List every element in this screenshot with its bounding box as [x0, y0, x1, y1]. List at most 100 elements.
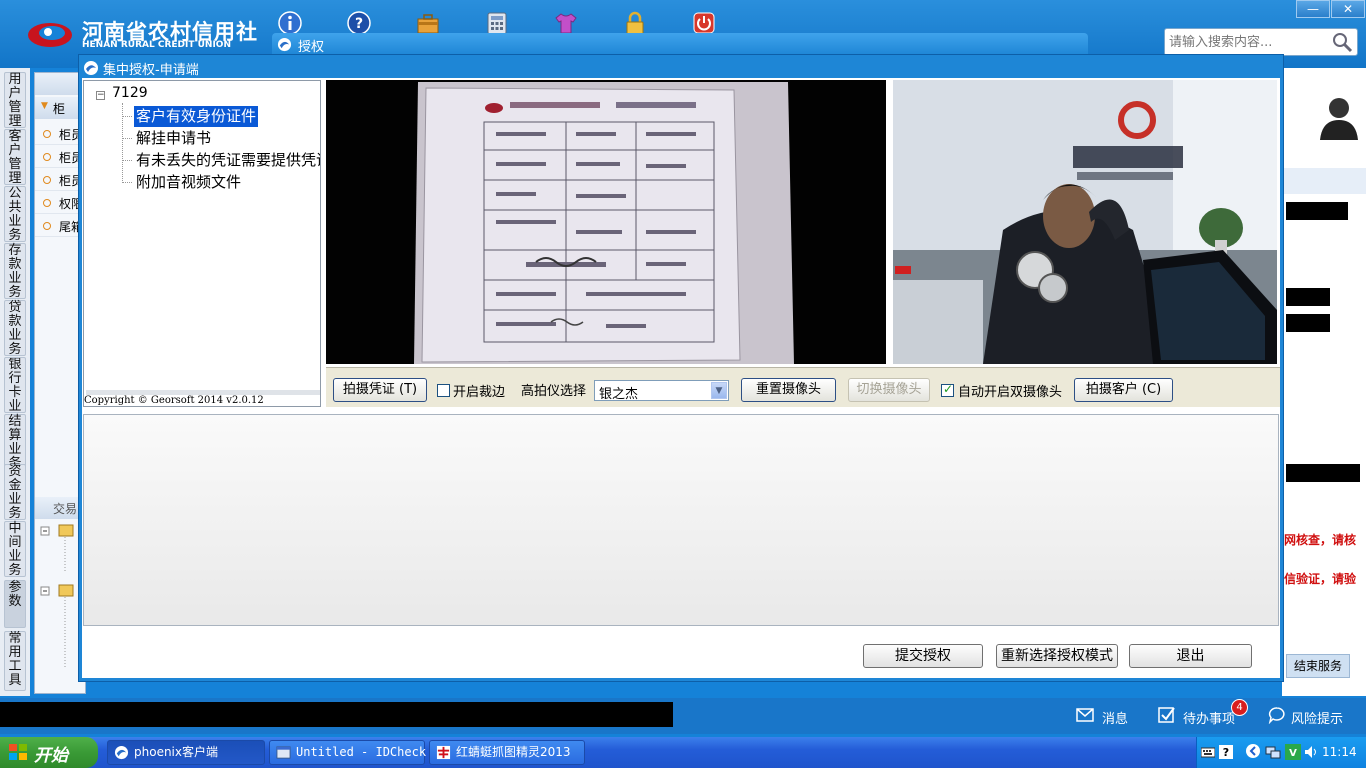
risk-alert-link[interactable]: 风险提示 — [1291, 708, 1343, 727]
copyright-text: Copyright © Georsoft 2014 v2.0.12 — [84, 395, 264, 406]
dual-camera-checkbox[interactable] — [941, 382, 954, 397]
tree-node-av-files[interactable]: 附加音视频文件 — [134, 172, 243, 193]
scanner-label: 高拍仪选择 — [521, 384, 587, 399]
capture-voucher-button[interactable]: 拍摄凭证 (T) — [333, 378, 427, 402]
customer-photo — [893, 80, 1277, 364]
chevron-down-icon[interactable]: ▼ — [711, 382, 727, 399]
antivirus-icon[interactable]: V — [1285, 744, 1301, 760]
nav-customer-mgmt[interactable]: 客户管理 — [4, 129, 26, 186]
redacted-field — [1286, 202, 1348, 220]
checkbox-icon[interactable] — [1158, 706, 1176, 724]
taskbar-item-label: 红蜻蜓抓图精灵2013 — [456, 745, 571, 759]
crop-label: 开启裁边 — [453, 385, 506, 400]
minimize-button[interactable]: — — [1296, 0, 1330, 18]
network-icon[interactable] — [1265, 744, 1281, 760]
tree-node-voucher[interactable]: 有未丢失的凭证需要提供凭证 — [134, 150, 320, 171]
document-tree: − 7129 客户有效身份证件 解挂申请书 有未丢失的凭证需要提供凭证 附加音视… — [83, 80, 321, 407]
search-icon[interactable] — [1331, 31, 1353, 53]
alert-text: 网核查，请核 — [1284, 533, 1357, 547]
nav-user-mgmt[interactable]: 用户管理 — [4, 72, 26, 129]
alert-text: 信验证，请验 — [1284, 572, 1357, 586]
crop-checkbox[interactable] — [437, 384, 450, 397]
taskbar-item-label: Untitled - IDCheck — [296, 745, 427, 759]
capture-customer-button[interactable]: 拍摄客户 (C) — [1074, 378, 1173, 402]
brand-logo: 河南省农村信用社 HENAN RURAL CREDIT UNION — [24, 14, 257, 56]
document-photo — [326, 80, 886, 364]
redacted-status — [0, 702, 673, 727]
todo-link[interactable]: 待办事项 — [1183, 708, 1235, 727]
scanner-select[interactable]: 银之杰 ▼ — [594, 380, 729, 402]
tree-connector — [122, 103, 123, 183]
system-clock: 11:14 — [1322, 745, 1357, 759]
svg-text:?: ? — [355, 16, 363, 32]
customer-avatar-icon — [1320, 98, 1358, 140]
tree-connector — [122, 116, 132, 117]
logo-english-text: HENAN RURAL CREDIT UNION — [82, 40, 231, 50]
envelope-icon[interactable] — [1076, 706, 1094, 724]
taskbar-item-idcheck[interactable]: Untitled - IDCheck — [269, 740, 427, 765]
nav-parameters[interactable]: 参数 — [4, 580, 26, 628]
nav-bank-card[interactable]: 银行卡业务 — [4, 357, 26, 413]
start-label: 开始 — [34, 746, 68, 766]
tree-node-unfreeze-form[interactable]: 解挂申请书 — [134, 128, 213, 149]
credit-union-logo-icon — [28, 23, 72, 47]
search-input[interactable] — [1169, 33, 1325, 51]
tree-connector — [122, 182, 132, 183]
document-camera-view — [326, 80, 886, 364]
keyboard-icon[interactable] — [1201, 745, 1215, 759]
volume-icon[interactable] — [1303, 744, 1319, 760]
switch-camera-button[interactable]: 切换摄像头 — [848, 378, 930, 402]
nav-intermediary[interactable]: 中间业务 — [4, 521, 26, 578]
tree-connector — [122, 160, 132, 161]
help-icon[interactable]: ? — [1219, 745, 1233, 759]
tree-connector — [122, 138, 132, 139]
reselect-mode-button[interactable]: 重新选择授权模式 — [996, 644, 1118, 668]
tree-root[interactable]: 7129 — [112, 85, 148, 101]
redacted-field — [1286, 288, 1330, 306]
redacted-field — [1286, 314, 1330, 332]
scanner-select-value: 银之杰 — [599, 387, 639, 402]
search-box — [1164, 28, 1358, 56]
auth-tab-label: 授权 — [298, 40, 325, 55]
info-header-strip — [1282, 168, 1366, 194]
todo-count-badge: 4 — [1231, 699, 1248, 716]
nav-funds[interactable]: 资金业务 — [4, 464, 26, 521]
svg-text:V: V — [1289, 748, 1297, 759]
exit-button[interactable]: 退出 — [1129, 644, 1252, 668]
start-button[interactable]: 开始 — [0, 737, 98, 768]
taskbar-item-screenshot-tool[interactable]: 红蜻蜓抓图精灵2013 — [429, 740, 585, 765]
transaction-tree — [40, 524, 74, 668]
close-button[interactable]: ✕ — [1331, 0, 1365, 18]
chat-bubble-icon[interactable] — [1268, 706, 1286, 724]
reset-camera-button[interactable]: 重置摄像头 — [741, 378, 836, 402]
windows-logo-icon — [9, 744, 27, 760]
dual-camera-label: 自动开启双摄像头 — [958, 385, 1063, 400]
chevron-left-icon[interactable] — [1245, 743, 1261, 759]
phoenix-icon — [84, 61, 98, 75]
nav-deposit[interactable]: 存款业务 — [4, 243, 26, 300]
collapse-toggle[interactable]: − — [96, 91, 105, 100]
taskbar-item-label: phoenix客户端 — [134, 745, 218, 759]
customer-camera-view — [893, 80, 1277, 364]
window-app-icon — [276, 746, 291, 759]
svg-text:?: ? — [1223, 746, 1229, 759]
redacted-field — [1286, 464, 1360, 482]
window-controls: — ✕ — [1296, 0, 1366, 18]
messages-link[interactable]: 消息 — [1102, 708, 1128, 727]
dialog-title: 集中授权-申请端 — [103, 63, 199, 78]
submit-auth-button[interactable]: 提交授权 — [863, 644, 983, 668]
nav-settlement[interactable]: 结算业务 — [4, 414, 26, 471]
auth-tab[interactable]: 授权 — [272, 33, 1088, 55]
nav-loan[interactable]: 贷款业务 — [4, 300, 26, 357]
nav-public-business[interactable]: 公共业务 — [4, 186, 26, 243]
taskbar-item-phoenix[interactable]: phoenix客户端 — [107, 740, 265, 765]
nav-tools[interactable]: 常用工具 — [4, 631, 26, 691]
dragonfly-icon — [436, 745, 451, 760]
phoenix-icon — [277, 37, 292, 52]
phoenix-icon — [114, 745, 129, 760]
panel-section-label: 柜 — [53, 102, 66, 116]
tree-node-id-document[interactable]: 客户有效身份证件 — [134, 106, 259, 127]
end-service-button[interactable]: 结束服务 — [1286, 654, 1350, 678]
customer-info-panel: 网核查，请核 信验证，请验 — [1282, 68, 1366, 696]
triangle-down-icon: ▼ — [41, 101, 48, 111]
